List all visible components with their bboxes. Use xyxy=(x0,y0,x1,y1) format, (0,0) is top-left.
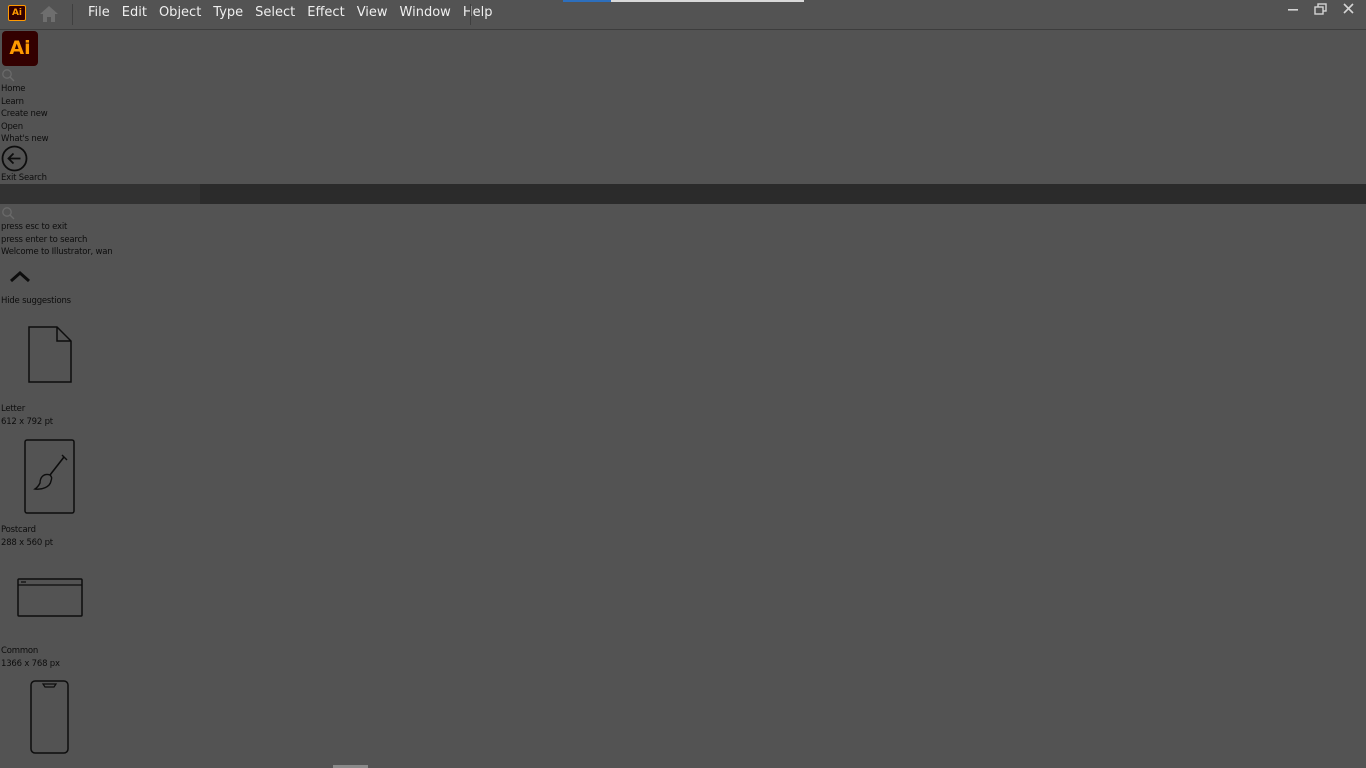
document-icon[interactable] xyxy=(27,326,73,384)
back-arrow-icon[interactable] xyxy=(1,145,28,172)
close-icon xyxy=(1343,3,1354,14)
minimize-icon xyxy=(1288,9,1298,11)
preset-postcard-size: 288 x 560 pt xyxy=(1,538,53,548)
nav-create-new[interactable]: Create new xyxy=(1,108,48,120)
home-icon xyxy=(40,6,58,22)
titlebar-divider xyxy=(72,4,73,25)
minimize-button[interactable] xyxy=(1279,0,1307,18)
preset-common-size: 1366 x 768 px xyxy=(1,659,60,669)
titlebar-divider xyxy=(470,4,471,25)
close-button[interactable] xyxy=(1335,0,1363,18)
preset-common-name[interactable]: Common xyxy=(1,645,38,657)
menu-window[interactable]: Window xyxy=(394,0,457,29)
illustrator-logo: Ai xyxy=(2,31,38,66)
menu-effect[interactable]: Effect xyxy=(301,0,350,29)
mobile-phone-icon[interactable] xyxy=(30,680,70,755)
preset-letter-size: 612 x 792 pt xyxy=(1,417,53,427)
search-hint-exit: press esc to exit xyxy=(1,222,68,232)
nav-open[interactable]: Open xyxy=(1,121,23,133)
home-button[interactable] xyxy=(38,5,60,23)
search-icon[interactable] xyxy=(1,68,15,82)
menu-object[interactable]: Object xyxy=(153,0,207,29)
nav-learn[interactable]: Learn xyxy=(1,96,24,108)
nav-whats-new[interactable]: What's new xyxy=(1,133,49,145)
menu-edit[interactable]: Edit xyxy=(116,0,153,29)
search-icon xyxy=(2,207,15,220)
hide-suggestions-toggle[interactable]: Hide suggestions xyxy=(1,295,71,307)
search-field[interactable] xyxy=(0,184,1366,204)
chevron-up-icon[interactable] xyxy=(9,270,31,284)
menu-select[interactable]: Select xyxy=(249,0,301,29)
app-badge: Ai xyxy=(8,5,26,21)
welcome-message: Welcome to Illustrator, wan xyxy=(1,247,113,257)
menu-file[interactable]: File xyxy=(82,0,116,29)
search-field-input-area[interactable] xyxy=(0,184,200,204)
menu-bar: File Edit Object Type Select Effect View… xyxy=(82,0,498,29)
search-hint-enter: press enter to search xyxy=(1,235,88,245)
menu-view[interactable]: View xyxy=(351,0,394,29)
menu-help[interactable]: Help xyxy=(457,0,499,29)
restore-icon xyxy=(1314,3,1327,15)
nav-home[interactable]: Home xyxy=(1,83,26,95)
menu-type[interactable]: Type xyxy=(207,0,249,29)
browser-window-icon[interactable] xyxy=(17,578,83,617)
loading-progress-fill xyxy=(563,0,612,2)
loading-progress-bar xyxy=(563,0,804,2)
title-bar: Ai File Edit Object Type Select Effect V… xyxy=(0,0,1366,30)
preset-letter-name[interactable]: Letter xyxy=(1,403,25,415)
preset-postcard-name[interactable]: Postcard xyxy=(1,524,36,536)
exit-search-label[interactable]: Exit Search xyxy=(1,172,47,184)
paintbrush-icon[interactable] xyxy=(24,439,75,515)
restore-button[interactable] xyxy=(1307,0,1335,18)
